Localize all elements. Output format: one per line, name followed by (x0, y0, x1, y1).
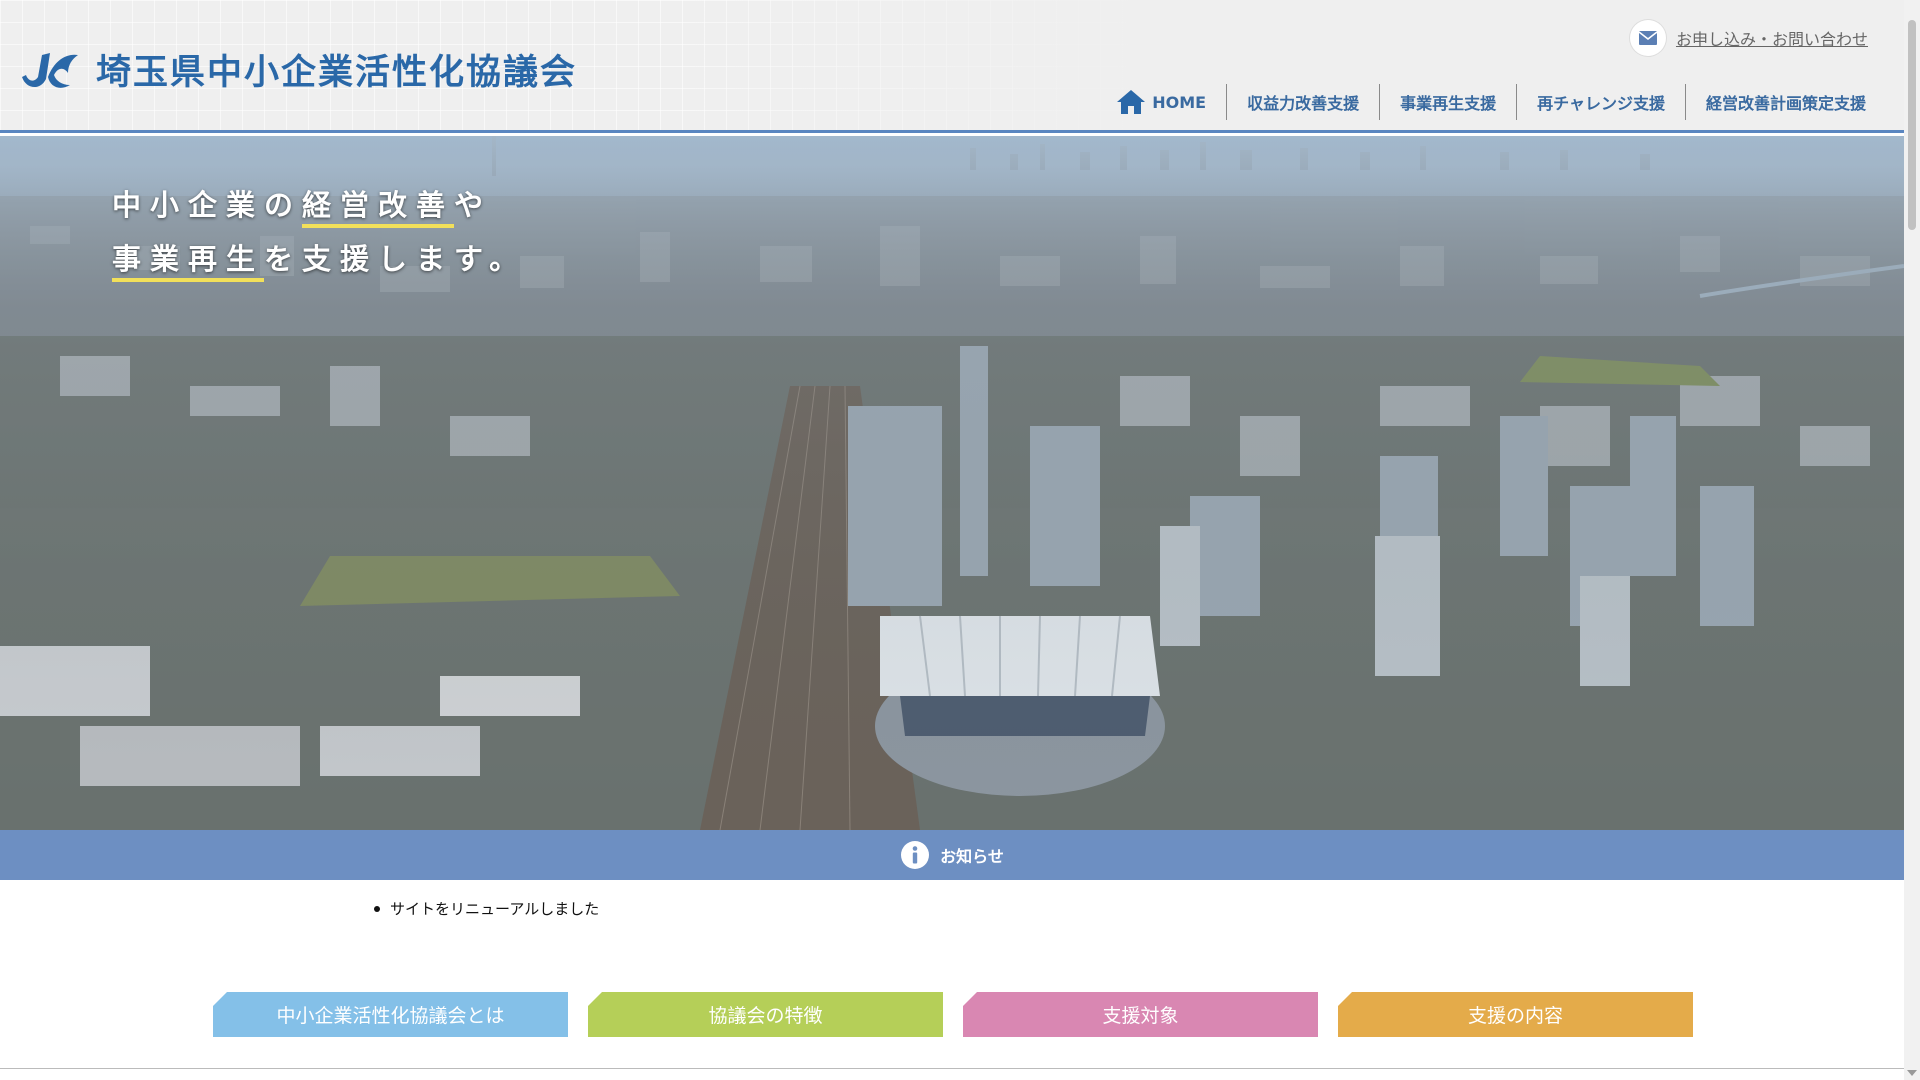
logo-text: 埼玉県中小企業活性化協議会 (96, 53, 578, 93)
tagline-line-2: 事業再生を支援します。 (112, 232, 527, 286)
nav-item-business-revitalization[interactable]: 事業再生支援 (1379, 84, 1516, 120)
global-nav: HOME 収益力改善支援 事業再生支援 再チャレンジ支援 経営改善計画策定支援 (1096, 84, 1886, 120)
nav-item-label: HOME (1152, 92, 1207, 112)
nav-item-label: 事業再生支援 (1400, 94, 1497, 113)
tagline-text: を支援します。 (264, 242, 528, 276)
nav-item-label: 経営改善計画策定支援 (1705, 94, 1866, 113)
tagline-highlight: 経営改善 (302, 188, 455, 228)
news-list: サイトをリニューアルしました (374, 898, 599, 919)
contact-link-area[interactable]: お申し込み・お問い合わせ (1629, 20, 1868, 56)
category-tabs: 中小企業活性化協議会とは 協議会の特徴 支援対象 支援の内容 (213, 992, 1693, 1037)
site-header: 埼玉県中小企業活性化協議会 お申し込み・お問い合わせ HOME 収益力改善支援 … (0, 0, 1904, 133)
info-icon (901, 841, 930, 869)
scroll-down-arrow-icon[interactable] (1907, 1070, 1917, 1076)
nav-item-rechallenge[interactable]: 再チャレンジ支援 (1516, 84, 1685, 120)
tagline-line-1: 中小企業の経営改善や (112, 178, 527, 232)
news-header: お知らせ (0, 830, 1904, 880)
mail-icon (1629, 20, 1666, 56)
page-scrollbar[interactable] (1904, 0, 1920, 1080)
nav-item-profitability[interactable]: 収益力改善支援 (1226, 84, 1379, 120)
site-logo[interactable]: 埼玉県中小企業活性化協議会 (20, 44, 577, 95)
home-icon (1117, 90, 1146, 114)
tab-features[interactable]: 協議会の特徴 (588, 992, 943, 1037)
tab-about[interactable]: 中小企業活性化協議会とは (213, 992, 568, 1037)
news-title: お知らせ (940, 847, 1004, 866)
scrollbar-thumb[interactable] (1908, 20, 1916, 230)
tagline-text: や (454, 188, 493, 222)
nav-item-label: 再チャレンジ支援 (1537, 94, 1665, 113)
logo-mark-icon (22, 52, 78, 88)
divider (0, 1068, 1904, 1069)
hero-tagline: 中小企業の経営改善や 事業再生を支援します。 (112, 178, 527, 286)
tab-support-targets[interactable]: 支援対象 (963, 992, 1318, 1037)
tagline-text: 中小企業の (112, 188, 303, 222)
nav-item-management-plan[interactable]: 経営改善計画策定支援 (1684, 84, 1886, 120)
tab-support-content[interactable]: 支援の内容 (1338, 992, 1693, 1037)
contact-link[interactable]: お申し込み・お問い合わせ (1676, 26, 1868, 50)
news-item[interactable]: サイトをリニューアルしました (374, 898, 599, 919)
hero-banner: 中小企業の経営改善や 事業再生を支援します。 (0, 136, 1904, 830)
tagline-highlight: 事業再生 (112, 242, 265, 282)
nav-item-home[interactable]: HOME (1096, 84, 1226, 120)
nav-item-label: 収益力改善支援 (1247, 94, 1360, 113)
